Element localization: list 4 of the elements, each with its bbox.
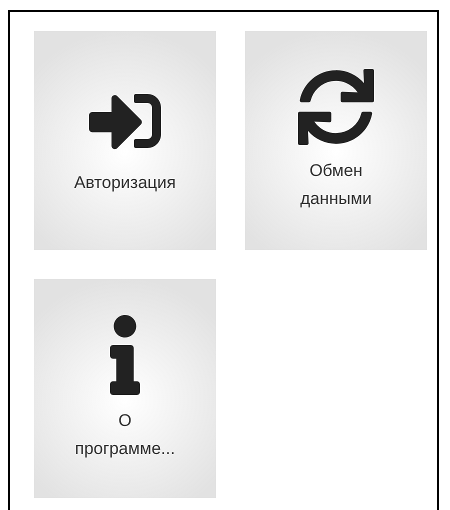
- menu-tile[interactable]: О программе...: [34, 279, 216, 498]
- menu-tile[interactable]: Авторизация: [34, 31, 216, 250]
- menu-tile[interactable]: Обмен данными: [245, 31, 427, 250]
- sync-icon: [298, 68, 374, 144]
